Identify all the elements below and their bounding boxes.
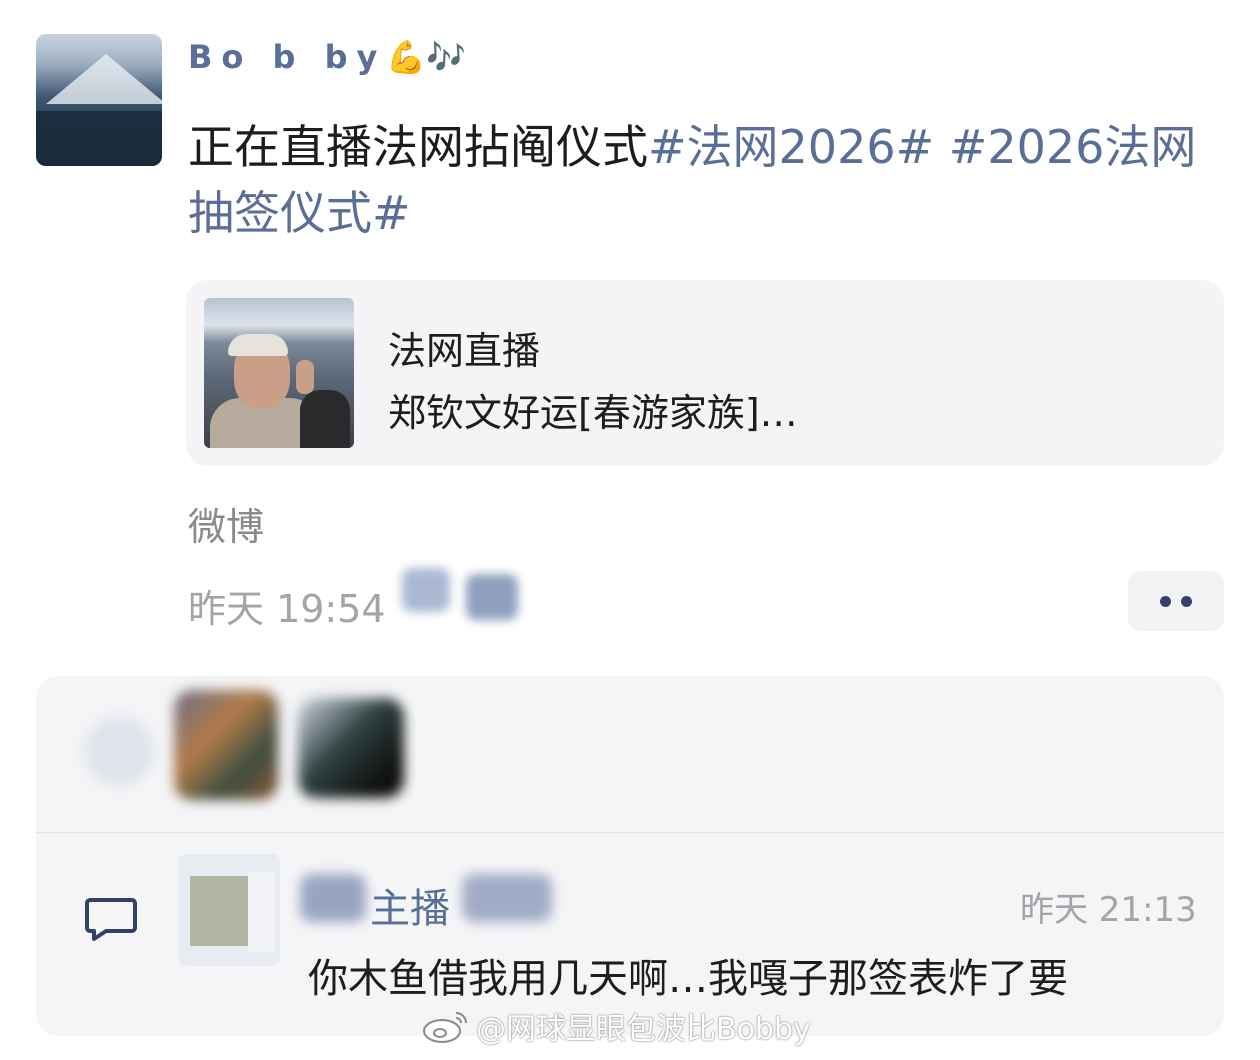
blurred-region (462, 874, 552, 922)
post-source: 微博 (188, 505, 265, 549)
thumb-hand (296, 360, 314, 394)
liker-avatar[interactable] (174, 690, 278, 800)
blurred-region (300, 874, 366, 922)
comment-icon[interactable] (84, 896, 138, 942)
card-title: 法网直播 (388, 329, 541, 373)
watermark: @网球显眼包波比Bobby (420, 1004, 811, 1048)
hashtag-link[interactable]: #法网2026# (648, 120, 934, 174)
username-emoji: 💪🎶 (386, 38, 467, 76)
author-avatar[interactable] (36, 34, 162, 166)
commenter-avatar[interactable] (178, 854, 280, 966)
liker-avatar[interactable] (84, 716, 154, 786)
author-username[interactable]: Bo b by💪🎶 (188, 38, 466, 76)
card-thumbnail (204, 298, 354, 448)
card-subtitle: 郑钦文好运[春游家族]… (388, 391, 798, 435)
weibo-logo-icon (423, 1012, 467, 1043)
comment-text: 你木鱼借我用几天啊…我嘎子那签表炸了要 (308, 956, 1068, 1002)
avatar-block (248, 872, 274, 952)
avatar-block (190, 876, 250, 946)
blurred-region (402, 568, 450, 612)
commenter-name[interactable]: 主播 (370, 876, 450, 934)
thumb-cap (228, 334, 288, 356)
username-text: Bo b by (188, 38, 387, 76)
dot-icon (1181, 595, 1192, 607)
blurred-region (466, 574, 518, 620)
dot-icon (1160, 595, 1171, 607)
liker-avatar[interactable] (298, 698, 404, 798)
comment-timestamp: 昨天 21:13 (1020, 890, 1197, 930)
more-options-button[interactable] (1128, 571, 1224, 631)
thumb-figure-2 (300, 390, 350, 448)
watermark-text: @网球显眼包波比Bobby (476, 1012, 811, 1047)
avatar-mountain-image (46, 54, 162, 104)
post-timestamp: 昨天 19:54 (188, 587, 386, 631)
panel-divider (36, 832, 1224, 833)
post-body: 正在直播法网拈阄仪式#法网2026# #2026法网抽签仪式# (188, 114, 1218, 246)
live-link-card[interactable]: 法网直播 郑钦文好运[春游家族]… (186, 280, 1224, 466)
post-text: 正在直播法网拈阄仪式 (188, 120, 648, 174)
avatar-shadow (36, 111, 162, 166)
